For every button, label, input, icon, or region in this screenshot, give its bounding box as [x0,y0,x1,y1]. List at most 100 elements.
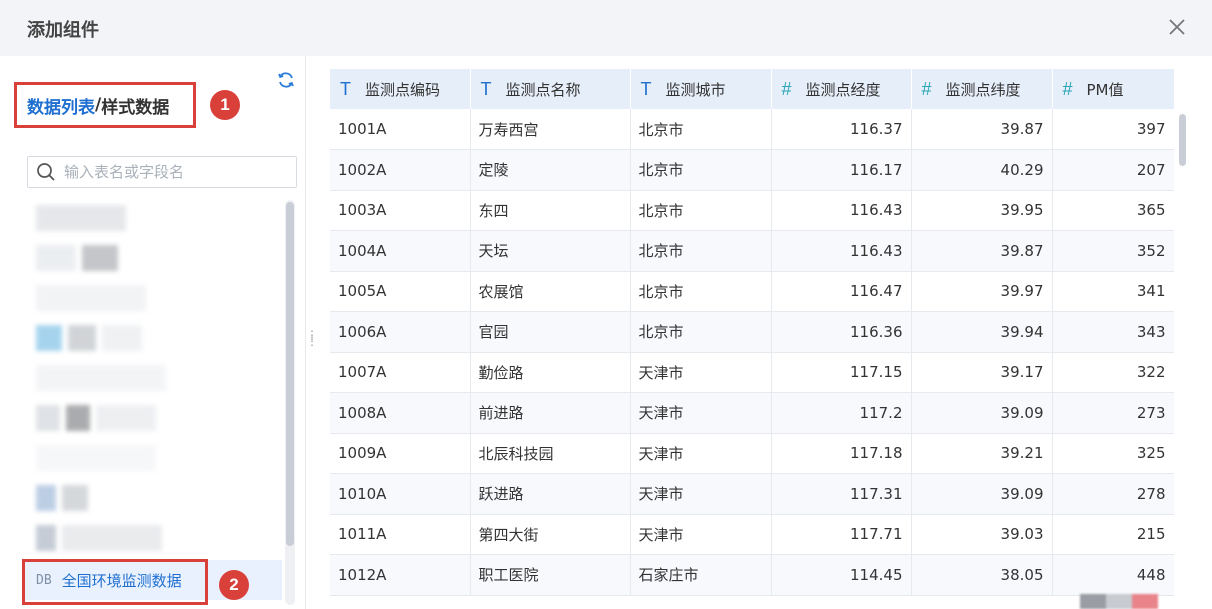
list-scrollbar-thumb[interactable] [286,202,294,546]
dialog-title: 添加组件 [27,20,99,41]
column-header[interactable]: T 监测点名称 [470,69,631,109]
table-cell: 天坛 [470,230,631,272]
list-item[interactable] [24,518,282,558]
table-cell: 365 [1052,190,1174,231]
text-type-icon: T [640,78,652,99]
table-scrollbar[interactable] [1176,110,1188,600]
table-cell: 1004A [330,230,471,272]
table-list: DB 全国环境监测数据 [24,198,286,609]
table-row: 1005A 农展馆 北京市 116.47 39.97 341 [330,271,1174,312]
table-cell: 322 [1052,352,1174,393]
table-cell: 39.87 [911,230,1053,272]
column-label: 监测城市 [665,80,726,99]
list-item[interactable] [24,438,282,478]
table-cell: 北京市 [630,109,772,150]
table-row: 1006A 官园 北京市 116.36 39.94 343 [330,311,1174,353]
table-cell: 117.2 [771,392,912,434]
add-component-dialog: 添加组件 数据列表 / 样式数据 1 输入表名或字段名 DB 全国环境监测数据 … [0,0,1212,609]
column-header[interactable]: # 监测点经度 [771,69,912,109]
table-cell: 北京市 [630,149,772,191]
table-row: 1002A 定陵 北京市 116.17 40.29 207 [330,149,1174,191]
search-icon [37,163,55,181]
table-cell: 1005A [330,271,471,312]
table-cell: 397 [1052,109,1174,150]
table-row: 1009A 北辰科技园 天津市 117.18 39.21 325 [330,433,1174,474]
list-item[interactable] [24,478,282,518]
table-cell: 1002A [330,149,471,191]
table-cell: 117.15 [771,352,912,393]
column-header[interactable]: T 监测城市 [630,69,772,109]
table-cell: 1001A [330,109,471,150]
annotation-badge-2: 2 [219,570,249,600]
table-cell: 352 [1052,230,1174,272]
panel-title: 数据列表 / 样式数据 [14,82,196,128]
close-button[interactable] [1166,16,1188,38]
column-header[interactable]: # 监测点纬度 [911,69,1053,109]
table-cell: 1003A [330,190,471,231]
list-item[interactable] [24,198,282,238]
table-cell: 前进路 [470,392,631,434]
table-cell: 278 [1052,473,1174,515]
table-cell: 117.31 [771,473,912,515]
table-cell: 北京市 [630,190,772,231]
list-item[interactable] [24,358,282,398]
splitter-grip-icon[interactable]: ⋮ ⋮ [306,329,318,352]
table-cell: 北京市 [630,311,772,353]
table-cell: 39.87 [911,109,1053,150]
text-type-icon: T [480,78,492,99]
table-cell: 天津市 [630,392,772,434]
table-row: 1010A 跃进路 天津市 117.31 39.09 278 [330,473,1174,515]
list-item[interactable] [24,238,282,278]
table-cell: 39.03 [911,514,1053,555]
table-cell: 38.05 [911,554,1053,596]
refresh-button[interactable] [276,70,296,90]
refresh-icon [278,72,294,88]
data-preview-table: T 监测点编码 T 监测点名称 T 监测城市 # 监测点经度 # 监测点纬度 # PM值 1… [330,69,1174,609]
close-icon [1169,19,1185,35]
list-scrollbar[interactable] [285,200,295,605]
search-input[interactable] [64,163,284,181]
table-cell: 325 [1052,433,1174,474]
table-cell: 116.43 [771,230,912,272]
column-header[interactable]: # PM值 [1052,69,1174,109]
table-cell: 114.45 [771,554,912,596]
list-item[interactable] [24,318,282,358]
table-cell: 39.17 [911,352,1053,393]
table-cell: 40.29 [911,149,1053,191]
number-type-icon: # [921,78,932,99]
text-type-icon: T [340,78,351,99]
annotation-box-2 [22,559,208,605]
table-cell: 东四 [470,190,631,231]
search-box[interactable] [27,156,297,188]
table-row: 1004A 天坛 北京市 116.43 39.87 352 [330,230,1174,272]
list-item[interactable] [24,398,282,438]
table-cell: 116.17 [771,149,912,191]
table-cell: 万寿西宫 [470,109,631,150]
column-label: PM值 [1086,80,1124,99]
table-cell: 天津市 [630,514,772,555]
table-row: 1001A 万寿西宫 北京市 116.37 39.87 397 [330,109,1174,150]
table-row: 1012A 职工医院 石家庄市 114.45 38.05 448 [330,554,1174,596]
data-list-link[interactable]: 数据列表 [27,93,95,118]
table-cell: 1007A [330,352,471,393]
table-cell: 1011A [330,514,471,555]
style-data-link[interactable]: 样式数据 [101,93,169,118]
table-cell: 1009A [330,433,471,474]
table-cell: 石家庄市 [630,554,772,596]
table-cell: 官园 [470,311,631,353]
column-header[interactable]: T 监测点编码 [330,69,471,109]
table-cell: 116.37 [771,109,912,150]
table-cell: 215 [1052,514,1174,555]
list-item[interactable] [24,278,282,318]
column-label: 监测点经度 [805,80,881,99]
table-cell: 116.43 [771,190,912,231]
data-list-panel: 数据列表 / 样式数据 1 输入表名或字段名 DB 全国环境监测数据 2 [0,56,305,609]
table-cell: 117.71 [771,514,912,555]
table-cell: 1008A [330,392,471,434]
table-scrollbar-thumb[interactable] [1179,114,1186,166]
table-cell: 天津市 [630,473,772,515]
column-label: 监测点名称 [505,80,581,99]
table-cell: 职工医院 [470,554,631,596]
column-label: 监测点纬度 [945,80,1021,99]
table-cell: 39.94 [911,311,1053,353]
